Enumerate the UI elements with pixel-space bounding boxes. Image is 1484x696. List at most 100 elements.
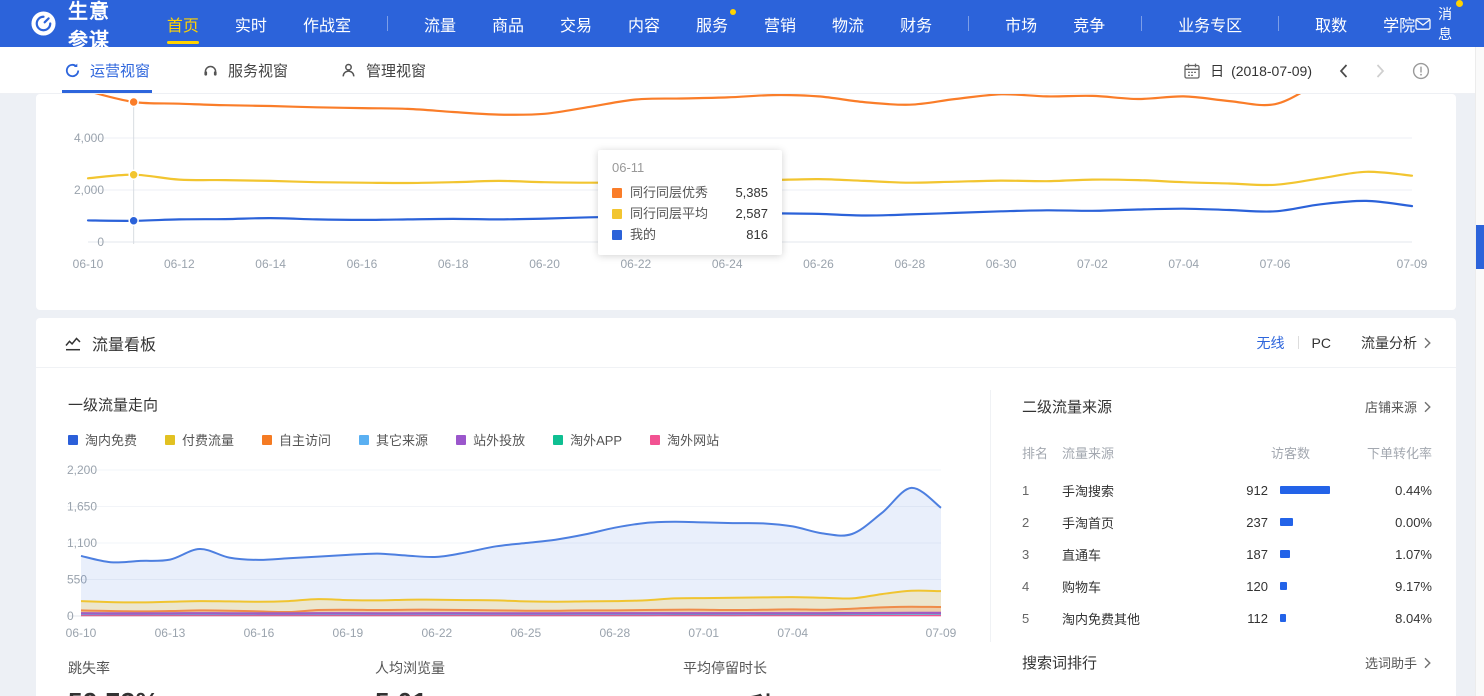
date-mode[interactable]: 日: [1210, 61, 1224, 81]
view-tab-管理视窗[interactable]: 管理视窗: [340, 47, 426, 93]
nav-message[interactable]: 消息: [1415, 4, 1454, 44]
shop-sources-link[interactable]: 店铺来源: [1365, 397, 1432, 416]
source-name: 淘内免费其他: [1062, 609, 1232, 628]
legend-item-自主访问[interactable]: 自主访问: [262, 430, 331, 449]
primary-trend-title: 一级流量走向: [68, 394, 158, 415]
badge-dot: [730, 9, 736, 15]
column-header-访客数: 访客数: [1232, 443, 1310, 462]
x-axis-label: 06-16: [347, 257, 378, 271]
device-tab-wireless[interactable]: 无线: [1257, 333, 1285, 353]
visitors-bar-track: [1280, 486, 1342, 494]
traffic-analysis-link[interactable]: 流量分析: [1361, 333, 1432, 353]
legend-label: 其它来源: [376, 430, 428, 449]
legend-item-站外投放[interactable]: 站外投放: [456, 430, 525, 449]
y-axis-label: 0: [97, 235, 104, 249]
shop-sources-label: 店铺来源: [1365, 397, 1417, 416]
device-tab-pc[interactable]: PC: [1312, 335, 1331, 351]
legend-item-淘外网站[interactable]: 淘外网站: [650, 430, 719, 449]
nav-item-内容[interactable]: 内容: [628, 0, 660, 47]
nav-item-作战室[interactable]: 作战室: [303, 0, 351, 47]
source-row-购物车[interactable]: 4购物车1209.17%: [1022, 570, 1432, 602]
source-name: 购物车: [1062, 577, 1232, 596]
info-icon[interactable]: [1412, 62, 1430, 80]
prev-day-button[interactable]: [1338, 63, 1349, 79]
legend-item-淘外APP[interactable]: 淘外APP: [553, 430, 622, 449]
nav-item-流量[interactable]: 流量: [424, 0, 456, 47]
legend-item-付费流量[interactable]: 付费流量: [165, 430, 234, 449]
source-rank: 5: [1022, 611, 1062, 626]
x-axis-label: 06-18: [438, 257, 469, 271]
legend-color-swatch: [165, 435, 175, 445]
divider: [1298, 336, 1299, 349]
nav-item-财务[interactable]: 财务: [900, 0, 932, 47]
nav-item-交易[interactable]: 交易: [560, 0, 592, 47]
x-axis-label: 06-10: [66, 626, 97, 640]
legend-item-其它来源[interactable]: 其它来源: [359, 430, 428, 449]
search-words-section: 搜索词排行 选词助手: [1022, 652, 1432, 673]
nav-item-竞争[interactable]: 竞争: [1073, 0, 1105, 47]
x-axis-label: 06-22: [621, 257, 652, 271]
source-row-手淘搜索[interactable]: 1手淘搜索9120.44%: [1022, 474, 1432, 506]
traffic-analysis-label: 流量分析: [1361, 333, 1417, 353]
source-row-手淘首页[interactable]: 2手淘首页2370.00%: [1022, 506, 1432, 538]
source-row-直通车[interactable]: 3直通车1871.07%: [1022, 538, 1432, 570]
nav-item-实时[interactable]: 实时: [235, 0, 267, 47]
date-controls: 日 (2018-07-09): [1183, 47, 1430, 94]
word-picker-link[interactable]: 选词助手: [1365, 653, 1432, 672]
scrollbar-thumb[interactable]: [1476, 225, 1484, 269]
calendar-icon[interactable]: [1183, 62, 1201, 80]
x-axis-label: 06-13: [155, 626, 186, 640]
x-axis-label: 07-09: [926, 626, 957, 640]
nav-item-营销[interactable]: 营销: [764, 0, 796, 47]
x-axis-label: 07-04: [777, 626, 808, 640]
x-axis-label: 06-12: [164, 257, 195, 271]
source-name: 直通车: [1062, 545, 1232, 564]
y-axis-label: 2,200: [67, 463, 97, 477]
page-scrollbar[interactable]: [1475, 47, 1484, 696]
source-row-淘内免费其他[interactable]: 5淘内免费其他1128.04%: [1022, 602, 1432, 634]
brand[interactable]: 生意参谋: [30, 0, 123, 53]
brand-name: 生意参谋: [68, 0, 123, 53]
metric-value: 59.73%: [68, 687, 159, 696]
x-axis-label: 07-01: [688, 626, 719, 640]
view-tab-label: 服务视窗: [228, 60, 288, 81]
source-visitors: 187: [1232, 547, 1268, 562]
metric-label: 平均停留时长: [683, 658, 777, 678]
source-rank: 2: [1022, 515, 1062, 530]
nav-item-取数[interactable]: 取数: [1315, 0, 1347, 47]
nav-item-学院[interactable]: 学院: [1383, 0, 1415, 47]
next-day-button[interactable]: [1375, 63, 1386, 79]
message-badge-dot: [1456, 0, 1463, 7]
x-axis-label: 07-04: [1168, 257, 1199, 271]
metric-人均浏览量: 人均浏览量5.01: [375, 658, 445, 696]
legend-color-swatch: [68, 435, 78, 445]
visitors-bar: [1280, 518, 1293, 526]
view-tabs: 运营视窗 服务视窗 管理视窗: [64, 47, 478, 93]
view-tab-运营视窗[interactable]: 运营视窗: [64, 47, 150, 93]
source-conversion: 0.00%: [1342, 515, 1432, 530]
source-conversion: 0.44%: [1342, 483, 1432, 498]
metric-value: 17.49秒: [683, 687, 777, 696]
nav-menu: 首页实时作战室 流量商品交易内容服务营销物流财务 市场竞争 业务专区 取数学院: [167, 0, 1415, 47]
nav-item-商品[interactable]: 商品: [492, 0, 524, 47]
trend-line: [88, 94, 1412, 115]
tooltip-series-label: 同行同层平均: [630, 203, 708, 224]
source-conversion: 9.17%: [1342, 579, 1432, 594]
nav-item-服务[interactable]: 服务: [696, 0, 728, 47]
view-tab-label: 运营视窗: [90, 60, 150, 81]
legend-item-淘内免费[interactable]: 淘内免费: [68, 430, 137, 449]
nav-item-市场[interactable]: 市场: [1005, 0, 1037, 47]
legend-color-swatch: [359, 435, 369, 445]
nav-item-物流[interactable]: 物流: [832, 0, 864, 47]
primary-trend-chart: 05501,1001,6502,20006-1006-1306-1606-190…: [36, 455, 990, 655]
nav-item-首页[interactable]: 首页: [167, 0, 199, 47]
visitors-bar: [1280, 486, 1330, 494]
date-value[interactable]: (2018-07-09): [1231, 63, 1312, 79]
hover-dot: [129, 170, 138, 179]
tooltip-row: 我的816: [612, 224, 768, 245]
x-axis-label: 07-06: [1260, 257, 1291, 271]
nav-item-业务专区[interactable]: 业务专区: [1178, 0, 1242, 47]
tooltip-date: 06-11: [612, 160, 768, 175]
visitors-bar: [1280, 614, 1286, 622]
view-tab-服务视窗[interactable]: 服务视窗: [202, 47, 288, 93]
